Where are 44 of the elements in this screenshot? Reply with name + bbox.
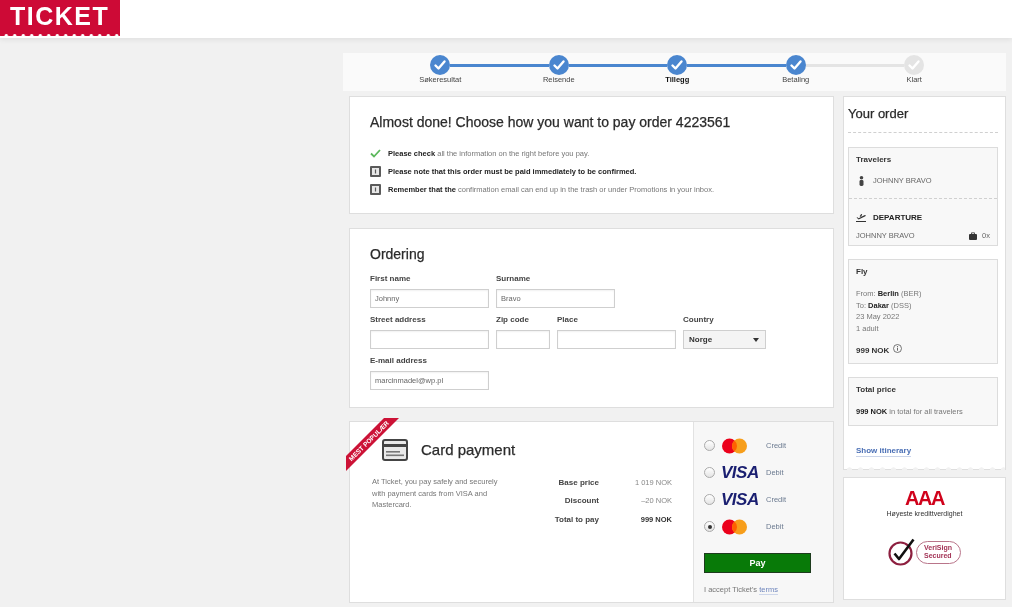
box-title: Fly — [856, 267, 869, 277]
plane-departure-icon — [856, 212, 866, 222]
radio-button[interactable] — [704, 494, 715, 505]
box-title: Total price — [856, 385, 897, 395]
select-field[interactable]: Norge — [683, 330, 766, 349]
check-seal-icon — [888, 538, 915, 566]
pay-button[interactable]: Pay — [704, 553, 811, 573]
itinerary-link[interactable]: Show itinerary — [856, 446, 912, 457]
card-brand-logo: VISA — [721, 464, 759, 481]
person-icon — [859, 176, 864, 186]
field-label: Surname — [496, 274, 532, 284]
field-label: Place — [557, 315, 579, 325]
radio-button[interactable] — [704, 467, 715, 478]
price-label: Base price — [557, 477, 599, 487]
overlapping-circles-icon — [721, 437, 748, 454]
page-heading: Almost done! Choose how you want to pay order 4223561 — [370, 113, 732, 131]
info-icon — [893, 343, 903, 353]
field-label: Country — [683, 315, 715, 325]
rating-logo: AAA — [905, 488, 944, 508]
checkmark-icon — [370, 148, 381, 158]
overlapping-circles-icon — [721, 518, 748, 535]
field-label: Zip code — [496, 315, 530, 325]
field-label: E-mail address — [370, 356, 428, 366]
radio-button[interactable] — [704, 440, 715, 451]
notice-icon — [370, 183, 381, 195]
box-title: Travelers — [856, 155, 893, 165]
price-label: Discount — [563, 496, 599, 506]
sidebar-heading: Your order — [848, 106, 910, 122]
caret-icon — [753, 337, 759, 342]
field-label: First name — [370, 274, 412, 284]
suitcase-icon — [969, 232, 978, 240]
site-logo: TICKET — [0, 0, 120, 36]
text-field[interactable] — [496, 330, 550, 349]
price-label: Total to pay — [554, 514, 599, 524]
section-heading: Card payment — [421, 441, 516, 459]
notice-icon — [370, 165, 381, 177]
card-brand-logo: VISA — [721, 491, 759, 508]
radio-button[interactable] — [704, 521, 715, 532]
leg-title: DEPARTURE — [873, 212, 923, 222]
text-field[interactable] — [370, 330, 489, 349]
price-text: 999 NOK — [856, 345, 890, 355]
field-label: Street address — [370, 315, 427, 325]
section-heading: Ordering — [370, 245, 426, 263]
text-field[interactable] — [557, 330, 676, 349]
